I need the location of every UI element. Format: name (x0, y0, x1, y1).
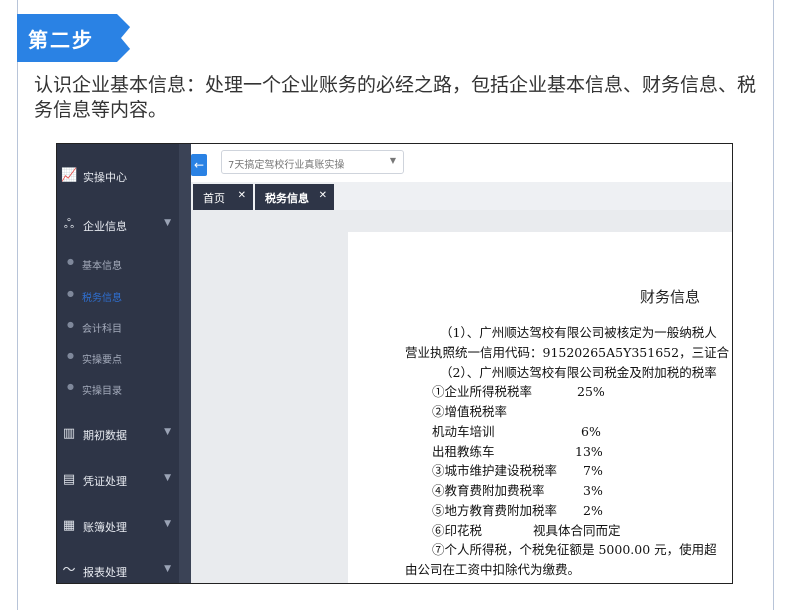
document-value: 7% (583, 463, 603, 478)
chevron-down-icon: ▼ (164, 564, 171, 574)
arrow-left-icon: ← (193, 158, 205, 172)
bullet-icon: ● (67, 351, 74, 360)
document-value: 3% (583, 483, 603, 498)
chart-line-icon: 📈 (61, 168, 78, 183)
intro-text: 认识企业基本信息：处理一个企业账务的必经之路，包括企业基本信息、财务信息、税务信… (34, 74, 757, 121)
chevron-down-icon: ▼ (164, 427, 171, 437)
document-line: 由公司在工资中扣除代为缴费。 (405, 562, 581, 577)
document-line: ④教育费附加费税率 (432, 483, 545, 498)
ledger-icon: ▦ (62, 518, 76, 533)
bullet-icon: ● (67, 257, 74, 266)
document-line: ⑥印花税 (432, 523, 483, 538)
bar-chart-icon: ▥ (62, 426, 76, 441)
bullet-icon: ● (67, 382, 74, 391)
sidebar-item-label: 实操中心 (83, 171, 127, 184)
close-icon[interactable]: ✕ (238, 190, 246, 201)
sidebar-subitem-accounts[interactable]: ● 会计科目 (57, 314, 179, 338)
sidebar-item-practice-center[interactable]: 📈 实操中心 (57, 161, 179, 191)
document-value: 2% (583, 503, 603, 518)
sidebar-item-voucher[interactable]: ▤ 凭证处理 ▼ (57, 465, 179, 495)
document-line: ⑤地方教育费附加税率 (432, 503, 558, 518)
sidebar-scroll-strip[interactable] (179, 144, 191, 583)
sidebar-item-label: 企业信息 (83, 220, 127, 233)
sidebar-subitem-basic-info[interactable]: ● 基本信息 (57, 251, 179, 275)
sidebar-item-reports[interactable]: 〜 报表处理 ▼ (57, 556, 179, 583)
sidebar-item-label: 凭证处理 (83, 475, 127, 488)
collapse-sidebar-button[interactable]: ← (191, 154, 207, 176)
document-line: （1）、广州顺达驾校有限公司被核定为一般纳税人 (440, 325, 717, 340)
chevron-down-icon: ▼ (164, 519, 171, 529)
cluster-icon: ஃ (63, 217, 75, 232)
voucher-icon: ▤ (62, 472, 76, 487)
sidebar: 📈 实操中心 ஃ 企业信息 ▼ ● 基本信息 ● 税务信息 ● 会计科目 ● 实… (57, 144, 179, 583)
document-value: 25% (577, 384, 605, 399)
chevron-down-icon: ▼ (164, 218, 171, 228)
document-line: ②增值税税率 (432, 404, 508, 419)
sidebar-item-label: 期初数据 (83, 429, 127, 442)
document-line: ①企业所得税税率 (432, 384, 533, 399)
document-value: 视具体合同而定 (533, 523, 621, 538)
course-select-value: 7天搞定驾校行业真账实操 (228, 160, 345, 171)
document-line: ③城市维护建设税税率 (432, 463, 558, 478)
app-screenshot: 📈 实操中心 ஃ 企业信息 ▼ ● 基本信息 ● 税务信息 ● 会计科目 ● 实… (56, 143, 733, 584)
bullet-icon: ● (67, 289, 74, 298)
document-line: ⑦个人所得税，个税免征额是 5000.00 元，使用超 (432, 542, 717, 557)
sidebar-item-opening-data[interactable]: ▥ 期初数据 ▼ (57, 419, 179, 449)
sidebar-item-label: 报表处理 (83, 566, 127, 579)
document-line: （2）、广州顺达驾校有限公司税金及附加税的税率 (440, 365, 717, 380)
chevron-down-icon: ▼ (389, 156, 396, 165)
sidebar-item-company-info[interactable]: ஃ 企业信息 ▼ (57, 210, 179, 240)
sidebar-subitem-catalog[interactable]: ● 实操目录 (57, 376, 179, 400)
chevron-down-icon: ▼ (164, 473, 171, 483)
sidebar-item-ledger[interactable]: ▦ 账簿处理 ▼ (57, 511, 179, 541)
sidebar-item-label: 账簿处理 (83, 521, 127, 534)
course-select[interactable]: 7天搞定驾校行业真账实操 ▼ (221, 150, 404, 174)
tab-home[interactable]: 首页 ✕ (193, 184, 253, 210)
step-label: 第二步 (28, 28, 94, 52)
close-icon[interactable]: ✕ (319, 190, 327, 201)
document-page: 财务信息 （1）、广州顺达驾校有限公司被核定为一般纳税人 营业执照统一信用代码：… (348, 232, 732, 583)
bullet-icon: ● (67, 320, 74, 329)
document-title: 财务信息 (640, 288, 701, 306)
trend-icon: 〜 (62, 563, 76, 578)
document-value: 13% (575, 444, 603, 459)
tab-bar: 首页 ✕ 税务信息 ✕ (191, 182, 732, 210)
sidebar-subitem-tax-info[interactable]: ● 税务信息 (57, 283, 179, 307)
document-value: 6% (581, 424, 601, 439)
top-bar: ← 7天搞定驾校行业真账实操 ▼ (191, 144, 732, 182)
main-content: 财务信息 （1）、广州顺达驾校有限公司被核定为一般纳税人 营业执照统一信用代码：… (191, 210, 732, 583)
tab-tax-info[interactable]: 税务信息 ✕ (255, 184, 334, 210)
document-line: 营业执照统一信用代码：91520265A5Y351652，三证合 (405, 345, 730, 360)
step-badge-notch (121, 14, 141, 62)
document-line: 机动车培训 (432, 424, 495, 439)
sidebar-subitem-key-points[interactable]: ● 实操要点 (57, 345, 179, 369)
document-line: 出租教练车 (432, 444, 495, 459)
